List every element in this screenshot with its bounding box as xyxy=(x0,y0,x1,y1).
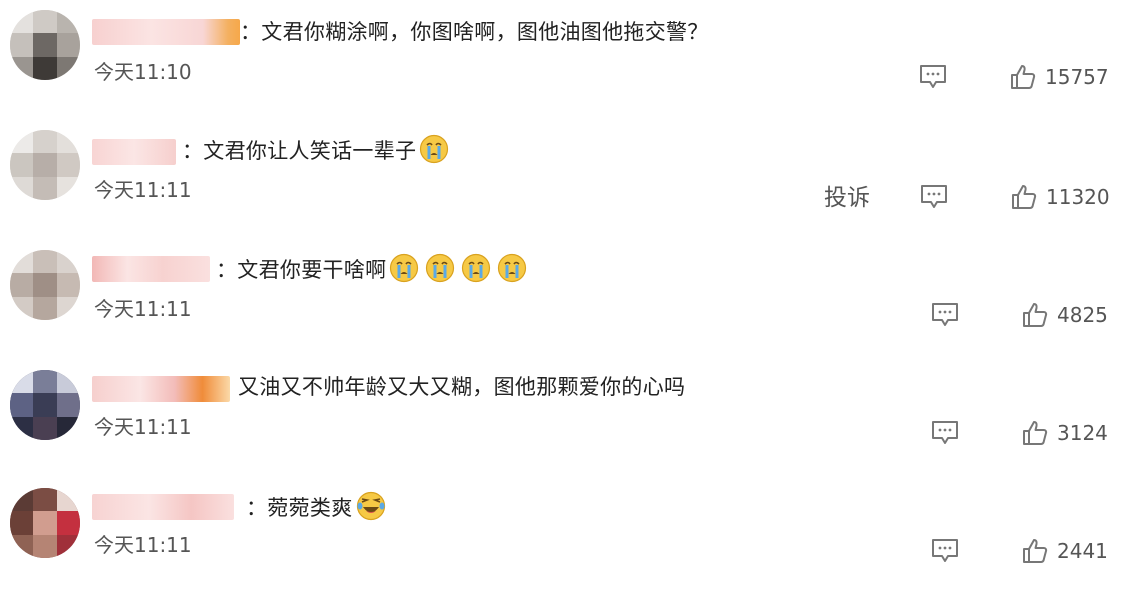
username-redacted[interactable] xyxy=(92,494,234,520)
crying-face-icon xyxy=(498,253,527,283)
comment-icon xyxy=(932,539,958,562)
thumbs-up-icon xyxy=(1011,65,1036,89)
like-button[interactable]: 15757 xyxy=(1010,62,1109,92)
like-button[interactable]: 4825 xyxy=(1022,300,1108,330)
comment-text: ：菀菀类爽 xyxy=(246,491,389,523)
like-count: 3124 xyxy=(1057,421,1108,445)
comment-list: ：文君你糊涂啊，你图啥啊，图他油图他拖交警？ 今天11:10 15757 ：文君… xyxy=(0,0,1145,596)
comment-item: ：文君你糊涂啊，你图啥啊，图他油图他拖交警？ 今天11:10 15757 xyxy=(0,0,1145,118)
avatar[interactable] xyxy=(10,130,80,200)
like-count: 15757 xyxy=(1045,65,1109,89)
timestamp: 今天11:11 xyxy=(94,297,192,321)
comment-text-body: ：文君你让人笑话一辈子 xyxy=(182,139,417,163)
reply-button[interactable] xyxy=(920,184,948,210)
thumbs-up-icon xyxy=(1023,303,1048,327)
username-redacted[interactable] xyxy=(92,376,230,402)
username-redacted[interactable] xyxy=(92,139,176,165)
comment-icon xyxy=(932,303,958,326)
timestamp: 今天11:11 xyxy=(94,178,192,202)
comment-text: ：文君你让人笑话一辈子 xyxy=(182,134,452,166)
thumbs-up-icon xyxy=(1012,185,1037,209)
reply-button[interactable] xyxy=(931,302,959,328)
like-count: 2441 xyxy=(1057,539,1108,563)
reply-button[interactable] xyxy=(919,64,947,90)
timestamp: 今天11:11 xyxy=(94,533,192,557)
comment-item: 又油又不帅年龄又大又糊，图他那颗爱你的心吗 今天11:11 3124 xyxy=(0,354,1145,472)
laughing-face-icon xyxy=(356,491,385,521)
thumbs-up-icon xyxy=(1023,421,1048,445)
avatar[interactable] xyxy=(10,10,80,80)
reply-button[interactable] xyxy=(931,420,959,446)
like-button[interactable]: 11320 xyxy=(1011,182,1110,212)
comment-item: ：文君你要干啥啊 今天11:11 4825 xyxy=(0,236,1145,354)
username-redacted[interactable] xyxy=(92,256,210,282)
crying-face-icon xyxy=(426,253,455,283)
thumbs-up-icon xyxy=(1023,539,1048,563)
reply-button[interactable] xyxy=(931,538,959,564)
avatar[interactable] xyxy=(10,370,80,440)
comment-text-body: ：菀菀类爽 xyxy=(246,496,353,520)
timestamp: 今天11:10 xyxy=(94,60,192,84)
comment-text: ：文君你糊涂啊，你图啥啊，图他油图他拖交警？ xyxy=(240,20,709,44)
like-button[interactable]: 2441 xyxy=(1022,536,1108,566)
comment-text: ：文君你要干啥啊 xyxy=(216,253,530,285)
like-count: 11320 xyxy=(1046,185,1110,209)
report-link[interactable]: 投诉 xyxy=(824,182,870,214)
avatar[interactable] xyxy=(10,250,80,320)
comment-text-body: ：文君你要干啥啊 xyxy=(216,258,387,282)
username-redacted[interactable] xyxy=(92,19,240,45)
crying-face-icon xyxy=(420,134,449,164)
comment-icon xyxy=(920,65,946,88)
crying-face-icon xyxy=(462,253,491,283)
comment-item: ：文君你让人笑话一辈子 今天11:11 投诉 11320 xyxy=(0,118,1145,236)
like-button[interactable]: 3124 xyxy=(1022,418,1108,448)
avatar[interactable] xyxy=(10,488,80,558)
crying-face-icon xyxy=(390,253,419,283)
comment-icon xyxy=(932,421,958,444)
like-count: 4825 xyxy=(1057,303,1108,327)
comment-item: ：菀菀类爽 今天11:11 2441 xyxy=(0,472,1145,590)
comment-icon xyxy=(921,185,947,208)
timestamp: 今天11:11 xyxy=(94,415,192,439)
comment-text: 又油又不帅年龄又大又糊，图他那颗爱你的心吗 xyxy=(238,375,686,399)
